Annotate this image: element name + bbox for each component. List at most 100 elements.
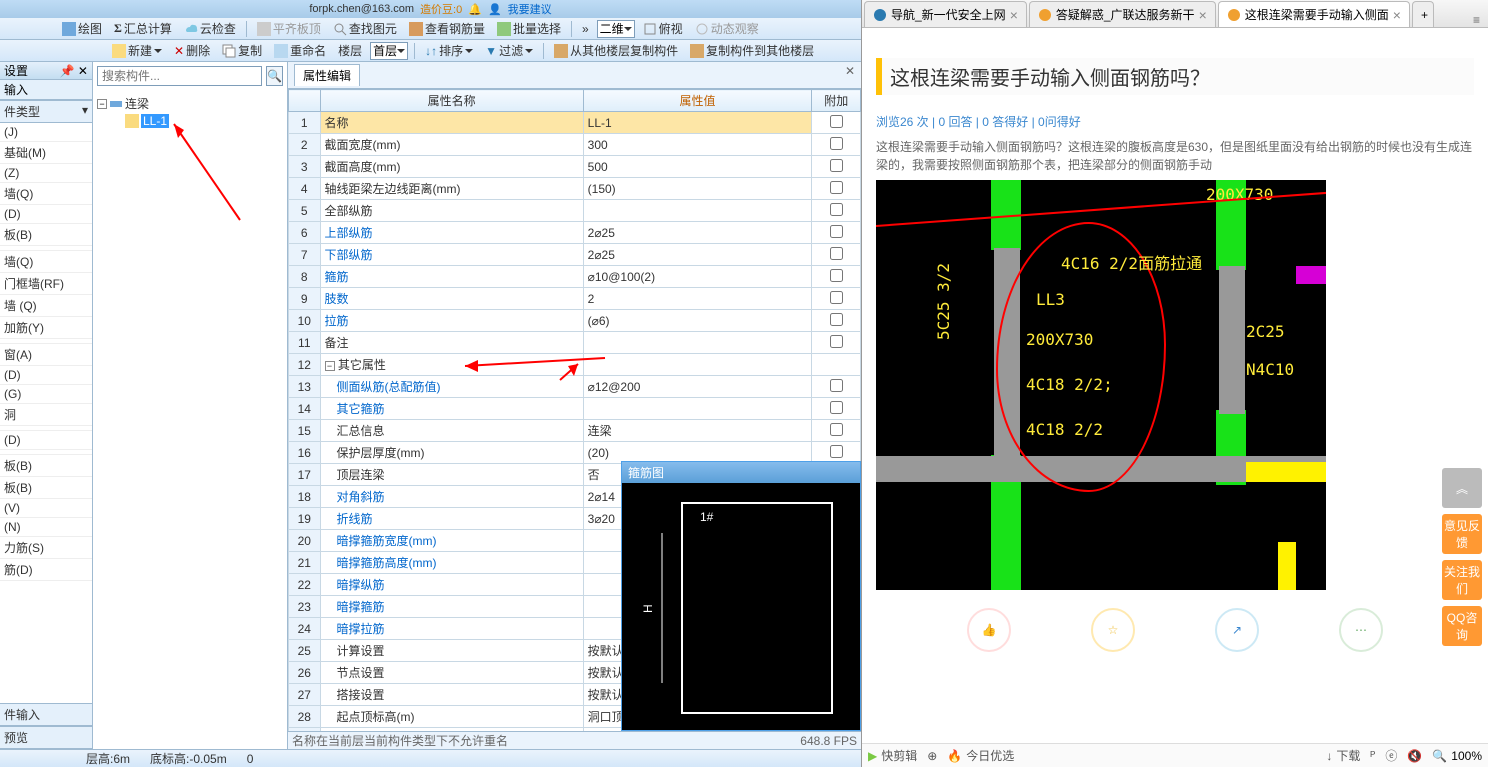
property-row[interactable]: 15汇总信息连梁 bbox=[289, 420, 861, 442]
category-item[interactable]: 加筋(Y) bbox=[0, 317, 92, 339]
property-row[interactable]: 9肢数2 bbox=[289, 288, 861, 310]
property-row[interactable]: 3截面高度(mm)500 bbox=[289, 156, 861, 178]
category-item[interactable]: 窗(A) bbox=[0, 344, 92, 366]
propval-cell[interactable]: 2⌀25 bbox=[583, 222, 812, 244]
flatten-button[interactable]: 平齐板顶 bbox=[253, 19, 325, 39]
category-item[interactable]: 洞 bbox=[0, 404, 92, 426]
propval-cell[interactable]: (150) bbox=[583, 178, 812, 200]
back-to-top-button[interactable]: ︽ bbox=[1442, 468, 1482, 508]
delete-button[interactable]: ✕删除 bbox=[170, 41, 214, 61]
propval-cell[interactable]: 2 bbox=[583, 288, 812, 310]
propval-cell[interactable]: LL-1 bbox=[583, 112, 812, 134]
overhead-button[interactable]: 俯视 bbox=[639, 19, 687, 39]
property-row[interactable]: 2截面宽度(mm)300 bbox=[289, 134, 861, 156]
feedback-link[interactable]: 我要建议 bbox=[508, 1, 552, 17]
new-button[interactable]: 新建 bbox=[108, 41, 166, 61]
extra-cell[interactable] bbox=[812, 354, 861, 376]
extra-checkbox[interactable] bbox=[830, 159, 843, 172]
search-button[interactable]: 🔍 bbox=[266, 66, 283, 86]
extra-cell[interactable] bbox=[812, 178, 861, 200]
zoom-control[interactable]: 🔍 100% bbox=[1432, 749, 1482, 763]
collapse-icon[interactable]: − bbox=[97, 99, 107, 109]
download-button[interactable]: ↓ 下载 bbox=[1326, 747, 1360, 764]
tab-menu-button[interactable]: ≡ bbox=[1465, 13, 1488, 27]
extra-cell[interactable] bbox=[812, 134, 861, 156]
property-row[interactable]: 14其它箍筋 bbox=[289, 398, 861, 420]
dynamic-view-button[interactable]: 动态观察 bbox=[691, 19, 763, 39]
category-item[interactable]: (V) bbox=[0, 499, 92, 518]
extra-cell[interactable] bbox=[812, 376, 861, 398]
category-item[interactable]: (D) bbox=[0, 431, 92, 450]
property-row[interactable]: 7下部纵筋2⌀25 bbox=[289, 244, 861, 266]
category-item[interactable]: (D) bbox=[0, 205, 92, 224]
extra-checkbox[interactable] bbox=[830, 291, 843, 304]
category-item[interactable]: 墙(Q) bbox=[0, 183, 92, 205]
pip-button[interactable]: ᴾ bbox=[1370, 749, 1375, 763]
extra-checkbox[interactable] bbox=[830, 401, 843, 414]
extra-cell[interactable] bbox=[812, 332, 861, 354]
extra-cell[interactable] bbox=[812, 288, 861, 310]
propval-cell[interactable]: 2⌀25 bbox=[583, 244, 812, 266]
category-item[interactable]: (Z) bbox=[0, 164, 92, 183]
cloud-check-button[interactable]: 云检查 bbox=[180, 19, 240, 39]
sum-button[interactable]: Σ 汇总计算 bbox=[110, 19, 176, 39]
props-tab[interactable]: 属性编辑 bbox=[294, 64, 360, 86]
category-item[interactable]: 板(B) bbox=[0, 455, 92, 477]
share-button[interactable]: ↗ bbox=[1215, 608, 1259, 652]
component-input-tab[interactable]: 件输入 bbox=[0, 703, 92, 726]
batch-button[interactable]: 批量选择 bbox=[493, 19, 565, 39]
browser-tab[interactable]: 这根连梁需要手动输入侧面× bbox=[1218, 1, 1410, 27]
dim-combo[interactable]: 二维 bbox=[597, 20, 635, 38]
input-header[interactable]: 输入 bbox=[0, 80, 92, 100]
rename-button[interactable]: 重命名 bbox=[270, 41, 330, 61]
extra-checkbox[interactable] bbox=[830, 181, 843, 194]
extra-cell[interactable] bbox=[812, 156, 861, 178]
category-item[interactable]: (J) bbox=[0, 123, 92, 142]
property-row[interactable]: 6上部纵筋2⌀25 bbox=[289, 222, 861, 244]
category-item[interactable]: (G) bbox=[0, 385, 92, 404]
rebar-button[interactable]: 查看钢筋量 bbox=[405, 19, 489, 39]
qq-button[interactable]: QQ咨询 bbox=[1442, 606, 1482, 646]
tree-child-node[interactable]: LL-1 bbox=[97, 113, 283, 129]
category-item[interactable]: 基础(M) bbox=[0, 142, 92, 164]
copy-button[interactable]: 复制 bbox=[218, 41, 266, 61]
tree-root-node[interactable]: − 连梁 bbox=[97, 94, 283, 113]
extra-checkbox[interactable] bbox=[830, 269, 843, 282]
browser-tab[interactable]: 答疑解惑_广联达服务新干× bbox=[1029, 1, 1216, 27]
property-row[interactable]: 5全部纵筋 bbox=[289, 200, 861, 222]
extra-cell[interactable] bbox=[812, 112, 861, 134]
category-item[interactable]: 筋(D) bbox=[0, 559, 92, 581]
preview-tab[interactable]: 预览 bbox=[0, 726, 92, 749]
extra-cell[interactable] bbox=[812, 398, 861, 420]
follow-button[interactable]: 关注我们 bbox=[1442, 560, 1482, 600]
extra-cell[interactable] bbox=[812, 200, 861, 222]
category-item[interactable]: 力筋(S) bbox=[0, 537, 92, 559]
property-row[interactable]: 4轴线距梁左边线距离(mm)(150) bbox=[289, 178, 861, 200]
property-row[interactable]: 12− 其它属性 bbox=[289, 354, 861, 376]
propval-cell[interactable]: 500 bbox=[583, 156, 812, 178]
extra-cell[interactable] bbox=[812, 310, 861, 332]
extra-checkbox[interactable] bbox=[830, 313, 843, 326]
draw-button[interactable]: 绘图 bbox=[58, 19, 106, 39]
more-action-button[interactable]: ⋯ bbox=[1339, 608, 1383, 652]
propval-cell[interactable]: 300 bbox=[583, 134, 812, 156]
tab-close-icon[interactable]: × bbox=[1010, 7, 1018, 23]
category-item[interactable]: (N) bbox=[0, 518, 92, 537]
extra-cell[interactable] bbox=[812, 222, 861, 244]
extra-checkbox[interactable] bbox=[830, 115, 843, 128]
propval-cell[interactable]: (⌀6) bbox=[583, 310, 812, 332]
copy-to-floor-button[interactable]: 复制构件到其他楼层 bbox=[686, 41, 818, 61]
propval-cell[interactable] bbox=[583, 200, 812, 222]
hotpick-button[interactable]: 🔥今日优选 bbox=[947, 747, 1014, 764]
filter-button[interactable]: ▼过滤 bbox=[481, 41, 537, 61]
tab-close-icon[interactable]: × bbox=[1393, 7, 1401, 23]
quickclip-button[interactable]: ▶快剪辑 bbox=[868, 747, 917, 764]
category-item[interactable]: 板(B) bbox=[0, 477, 92, 499]
floor-combo[interactable]: 首层 bbox=[370, 42, 408, 60]
fav-button[interactable]: ☆ bbox=[1091, 608, 1135, 652]
extra-checkbox[interactable] bbox=[830, 225, 843, 238]
propval-cell[interactable]: ⌀12@200 bbox=[583, 376, 812, 398]
add-fav-button[interactable]: ⊕ bbox=[927, 749, 937, 763]
settings-header[interactable]: 设置📌 ✕ bbox=[0, 62, 92, 80]
like-button[interactable]: 👍 bbox=[967, 608, 1011, 652]
